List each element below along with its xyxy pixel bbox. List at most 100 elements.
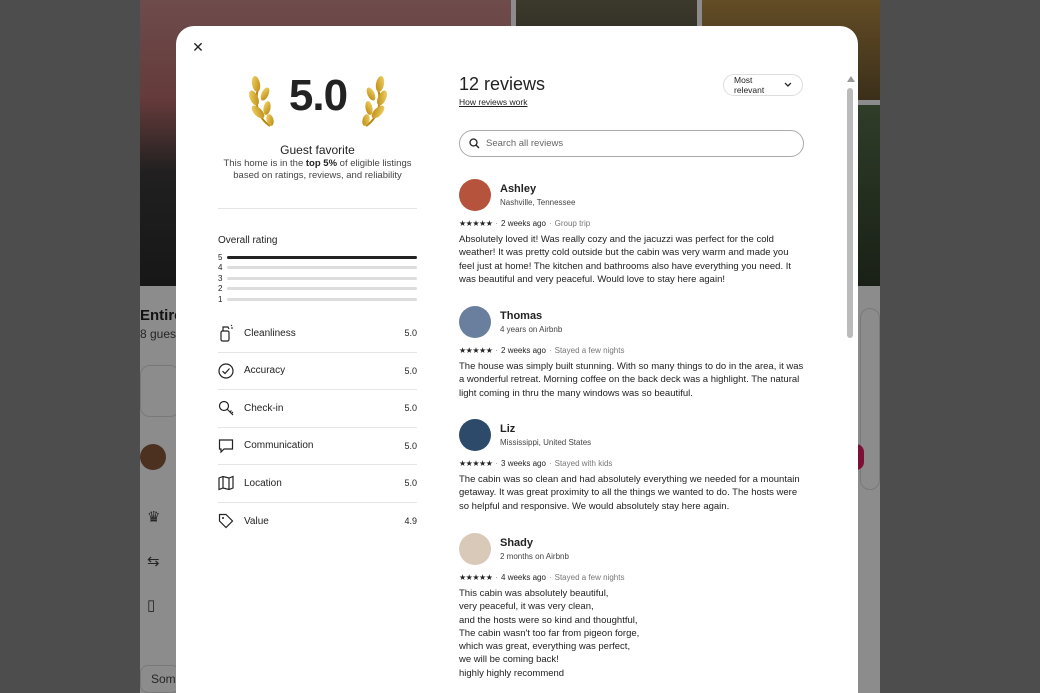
reviewer-info: Thomas 4 years on Airbnb: [500, 310, 562, 334]
close-icon[interactable]: ✕: [190, 39, 206, 55]
rating-bar-label: 5: [218, 252, 223, 262]
separator-dot: ·: [495, 219, 499, 228]
review-trip-type: Group trip: [554, 219, 591, 228]
review-time: 2 weeks ago: [501, 346, 546, 355]
review-trip-type: Stayed a few nights: [554, 573, 625, 582]
reviewer-name[interactable]: Ashley: [500, 183, 575, 195]
separator-dot: ·: [495, 459, 499, 468]
category-label: Cleanliness: [244, 327, 296, 339]
reviewer-name[interactable]: Liz: [500, 423, 591, 435]
sort-dropdown[interactable]: Most relevant: [723, 74, 803, 96]
rating-bar-label: 2: [218, 284, 223, 294]
rating-bar-row: 1: [218, 294, 417, 305]
reviewer-avatar[interactable]: [459, 419, 491, 451]
how-reviews-work-link[interactable]: How reviews work: [459, 97, 528, 107]
category-score: 5.0: [404, 365, 417, 376]
reviewer-location: 2 months on Airbnb: [500, 552, 569, 561]
guest-favorite-title: Guest favorite: [280, 143, 355, 157]
search-reviews-input[interactable]: Search all reviews: [459, 130, 804, 157]
category-row-accuracy: Accuracy 5.0: [218, 353, 417, 390]
category-row-value: Value 4.9: [218, 503, 417, 541]
rating-bar-track: [227, 276, 417, 280]
reviewer-avatar[interactable]: [459, 533, 491, 565]
review-time: 4 weeks ago: [501, 573, 546, 582]
separator-dot: ·: [495, 346, 499, 355]
overall-rating-label: Overall rating: [218, 235, 278, 246]
chat-bubble-icon: [218, 437, 244, 455]
reviewer-avatar[interactable]: [459, 306, 491, 338]
separator-dot: ·: [548, 573, 552, 582]
rating-distribution: 54321: [218, 252, 417, 305]
reviewer-avatar[interactable]: [459, 179, 491, 211]
category-label: Communication: [244, 440, 314, 452]
search-placeholder: Search all reviews: [486, 138, 564, 149]
rating-bar-row: 2: [218, 284, 417, 295]
category-label: Accuracy: [244, 365, 286, 377]
reviewer-name[interactable]: Thomas: [500, 310, 562, 322]
review-header: Liz Mississippi, United States: [459, 418, 804, 452]
category-row-communication: Communication 5.0: [218, 428, 417, 465]
category-score: 5.0: [404, 478, 417, 489]
category-score: 5.0: [404, 403, 417, 414]
separator-dot: ·: [548, 219, 552, 228]
category-label: Check-in: [244, 402, 284, 414]
category-label: Location: [244, 477, 282, 489]
reviews-count-title: 12 reviews: [459, 74, 546, 94]
reviewer-info: Shady 2 months on Airbnb: [500, 537, 569, 561]
rating-bar-label: 3: [218, 273, 223, 283]
review-time: 3 weeks ago: [501, 459, 546, 468]
separator-dot: ·: [495, 573, 499, 582]
category-score: 4.9: [404, 516, 417, 527]
review-text: The house was simply built stunning. Wit…: [459, 361, 804, 399]
rating-bar-row: 3: [218, 273, 417, 284]
tag-icon: [218, 512, 244, 530]
reviewer-location: 4 years on Airbnb: [500, 325, 563, 334]
category-row-check-in: Check-in 5.0: [218, 390, 417, 428]
category-score: 5.0: [404, 440, 417, 451]
separator-dot: ·: [548, 346, 552, 355]
review-meta: ★★★★★ · 2 weeks ago · Stayed a few nights: [459, 346, 804, 355]
category-score: 5.0: [404, 328, 417, 339]
sort-label: Most relevant: [734, 75, 765, 95]
rating-bar-fill: [227, 255, 417, 259]
scroll-up-arrow[interactable]: [847, 76, 855, 82]
review-stars: ★★★★★: [459, 219, 493, 228]
scrollbar[interactable]: [847, 88, 853, 338]
review-meta: ★★★★★ · 2 weeks ago · Group trip: [459, 219, 804, 228]
review-item: Ashley Nashville, Tennessee ★★★★★ · 2 weeks …: [459, 178, 804, 286]
review-trip-type: Stayed a few nights: [554, 346, 625, 355]
rating-bar-label: 4: [218, 263, 223, 273]
check-circle-icon: [218, 362, 244, 380]
reviews-modal: ✕ 5.0 Guest favorite This home is in the…: [176, 26, 858, 693]
category-row-cleanliness: Cleanliness 5.0: [218, 315, 417, 353]
map-icon: [218, 474, 244, 492]
review-trip-type: Stayed with kids: [554, 459, 613, 468]
review-stars: ★★★★★: [459, 573, 493, 582]
rating-bar-label: 1: [218, 294, 223, 304]
search-icon: [469, 138, 480, 149]
reviewer-location: Mississippi, United States: [500, 438, 592, 447]
divider: [218, 208, 417, 209]
review-text: The cabin was so clean and had absolutel…: [459, 474, 800, 512]
reviewer-info: Ashley Nashville, Tennessee: [500, 183, 575, 207]
review-item: Liz Mississippi, United States ★★★★★ · 3 wee…: [459, 418, 804, 513]
rating-bar-track: [227, 297, 417, 301]
separator-dot: ·: [548, 459, 552, 468]
review-item: Shady 2 months on Airbnb ★★★★★ · 4 weeks ago…: [459, 532, 804, 680]
rating-bar-row: 4: [218, 263, 417, 274]
score-badge: 5.0: [248, 70, 388, 130]
rating-bar-row: 5: [218, 252, 417, 263]
category-row-location: Location 5.0: [218, 465, 417, 503]
reviewer-name[interactable]: Shady: [500, 537, 569, 549]
reviewer-location: Nashville, Tennessee: [500, 198, 576, 207]
rating-bar-track: [227, 266, 417, 270]
review-text: Absolutely loved it! Was really cozy and…: [459, 234, 791, 285]
reviewer-info: Liz Mississippi, United States: [500, 423, 591, 447]
review-meta: ★★★★★ · 4 weeks ago · Stayed a few nights: [459, 573, 804, 582]
review-time: 2 weeks ago: [501, 219, 546, 228]
category-ratings: Cleanliness 5.0 Accuracy 5.0 Check-in 5.0 Comm…: [218, 315, 417, 540]
key-icon: [218, 399, 244, 417]
guest-favorite-description: This home is in the top 5% of eligible l…: [223, 158, 412, 181]
category-label: Value: [244, 515, 269, 527]
laurel-right-icon: [362, 76, 387, 127]
